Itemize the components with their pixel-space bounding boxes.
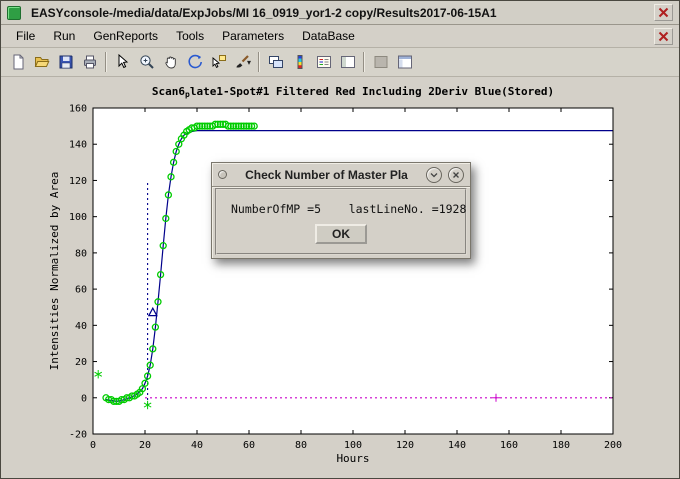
toolbar: ▾	[1, 48, 679, 77]
svg-text:Scan6plate1-Spot#1 Filtered Re: Scan6plate1-Spot#1 Filtered Red Includin…	[152, 85, 554, 99]
titlebar[interactable]: EASYconsole-/media/data/ExpJobs/MI 16_09…	[1, 1, 679, 25]
printer-icon	[81, 53, 99, 71]
svg-text:140: 140	[448, 440, 466, 451]
svg-text:0: 0	[90, 440, 96, 451]
pan-button[interactable]	[159, 51, 182, 74]
chevron-down-icon	[429, 170, 439, 180]
toolbar-separator	[258, 52, 260, 72]
new-file-button[interactable]	[6, 51, 29, 74]
svg-text:60: 60	[75, 285, 87, 296]
legend-icon	[315, 53, 333, 71]
svg-text:40: 40	[191, 440, 203, 451]
plot-browser-icon	[339, 53, 357, 71]
magnifier-plus-icon	[138, 53, 156, 71]
svg-text:40: 40	[75, 321, 87, 332]
menubar-close-button[interactable]	[654, 28, 673, 45]
show-plot-tools-button[interactable]	[393, 51, 416, 74]
svg-text:100: 100	[344, 440, 362, 451]
svg-text:160: 160	[69, 104, 87, 115]
insert-legend-button[interactable]	[312, 51, 335, 74]
dialog-collapse-button[interactable]	[426, 167, 442, 183]
menu-genreports[interactable]: GenReports	[84, 26, 167, 46]
open-file-button[interactable]	[30, 51, 53, 74]
colorbar-icon	[291, 53, 309, 71]
toolbar-separator	[105, 52, 107, 72]
window-close-button[interactable]	[654, 4, 673, 21]
data-cursor-icon	[210, 53, 228, 71]
svg-text:Intensities Normalized by Area: Intensities Normalized by Area	[48, 172, 61, 371]
dialog-message: NumberOfMP =5 lastLineNo. =1928	[231, 202, 455, 216]
brush-button[interactable]: ▾	[231, 51, 254, 74]
close-icon	[658, 31, 669, 42]
svg-text:Hours: Hours	[336, 452, 369, 465]
close-icon	[451, 170, 461, 180]
svg-text:60: 60	[243, 440, 255, 451]
svg-text:80: 80	[75, 248, 87, 259]
svg-text:120: 120	[396, 440, 414, 451]
menu-tools[interactable]: Tools	[167, 26, 213, 46]
menu-bar: File Run GenReports Tools Parameters Dat…	[1, 25, 679, 48]
dialog-check-number: Check Number of Master Pla NumberOfMP =5…	[211, 162, 471, 259]
hide-plot-tools-icon	[372, 53, 390, 71]
dialog-titlebar[interactable]: Check Number of Master Pla	[212, 163, 470, 187]
svg-text:160: 160	[500, 440, 518, 451]
open-folder-icon	[33, 53, 51, 71]
svg-text:0: 0	[81, 393, 87, 404]
menu-run[interactable]: Run	[44, 26, 84, 46]
svg-text:20: 20	[75, 357, 87, 368]
dialog-menu-icon	[218, 170, 227, 179]
dialog-close-button[interactable]	[448, 167, 464, 183]
svg-text:200: 200	[604, 440, 622, 451]
menu-file[interactable]: File	[7, 26, 44, 46]
rotate-3d-button[interactable]	[183, 51, 206, 74]
hand-icon	[162, 53, 180, 71]
dialog-title: Check Number of Master Pla	[233, 168, 420, 182]
link-plots-icon	[267, 53, 285, 71]
menu-parameters[interactable]: Parameters	[213, 26, 293, 46]
svg-text:140: 140	[69, 140, 87, 151]
data-cursor-button[interactable]	[207, 51, 230, 74]
link-plots-button[interactable]	[264, 51, 287, 74]
figure-area: 020406080100120140160180200-200204060801…	[1, 77, 679, 478]
app-window: EASYconsole-/media/data/ExpJobs/MI 16_09…	[0, 0, 680, 479]
plot-canvas[interactable]: 020406080100120140160180200-200204060801…	[1, 77, 679, 478]
floppy-icon	[57, 53, 75, 71]
insert-colorbar-button[interactable]	[288, 51, 311, 74]
zoom-in-button[interactable]	[135, 51, 158, 74]
rotate-arrow-icon	[186, 53, 204, 71]
svg-text:20: 20	[139, 440, 151, 451]
menu-database[interactable]: DataBase	[293, 26, 364, 46]
svg-text:100: 100	[69, 212, 87, 223]
window-title: EASYconsole-/media/data/ExpJobs/MI 16_09…	[31, 6, 497, 20]
svg-text:80: 80	[295, 440, 307, 451]
dialog-body: NumberOfMP =5 lastLineNo. =1928 OK	[215, 188, 467, 255]
new-file-icon	[9, 53, 27, 71]
show-plot-tools-icon	[396, 53, 414, 71]
save-button[interactable]	[54, 51, 77, 74]
toolbar-separator	[363, 52, 365, 72]
svg-text:120: 120	[69, 176, 87, 187]
svg-text:-20: -20	[69, 430, 87, 441]
print-button[interactable]	[78, 51, 101, 74]
close-icon	[658, 7, 669, 18]
app-icon	[7, 6, 21, 20]
ok-button[interactable]: OK	[315, 224, 367, 244]
dropdown-arrow-icon: ▾	[247, 58, 251, 67]
plot-browser-button[interactable]	[336, 51, 359, 74]
hide-plot-tools-button[interactable]	[369, 51, 392, 74]
arrow-cursor-icon	[114, 53, 132, 71]
edit-plot-button[interactable]	[111, 51, 134, 74]
svg-text:180: 180	[552, 440, 570, 451]
